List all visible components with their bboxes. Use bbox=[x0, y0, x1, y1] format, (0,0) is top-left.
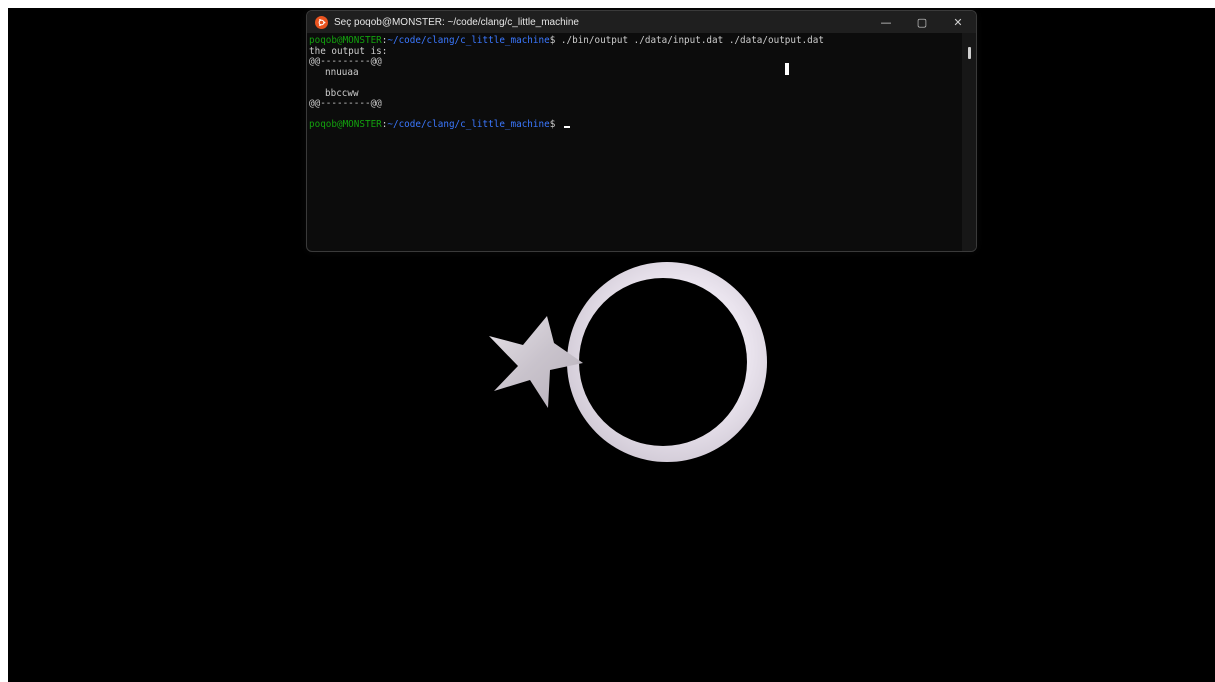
command-text: ./bin/output ./data/input.dat ./data/out… bbox=[560, 35, 824, 46]
current-prompt-line: poqob@MONSTER:~/code/clang/c_little_mach… bbox=[309, 119, 962, 131]
window-controls: — ▢ ✕ bbox=[868, 11, 976, 33]
prompt-user: poqob@MONSTER bbox=[309, 35, 382, 46]
text-cursor bbox=[563, 126, 570, 128]
output-header: the output is: bbox=[309, 45, 388, 57]
minimize-button[interactable]: — bbox=[868, 11, 904, 33]
terminal-window[interactable]: Seç poqob@MONSTER: ~/code/clang/c_little… bbox=[306, 10, 977, 252]
maximize-button[interactable]: ▢ bbox=[904, 11, 940, 33]
command-line: poqob@MONSTER:~/code/clang/c_little_mach… bbox=[309, 35, 962, 47]
prompt-symbol: $ bbox=[549, 35, 561, 46]
prompt-symbol: $ bbox=[549, 119, 561, 130]
window-title: Seç poqob@MONSTER: ~/code/clang/c_little… bbox=[334, 16, 579, 28]
title-bar[interactable]: Seç poqob@MONSTER: ~/code/clang/c_little… bbox=[307, 11, 976, 33]
scrollbar-thumb[interactable] bbox=[968, 47, 971, 59]
scrollbar[interactable] bbox=[962, 33, 976, 251]
prompt-path: ~/code/clang/c_little_machine bbox=[387, 119, 550, 130]
output-border-bottom: @@---------@@ bbox=[309, 98, 382, 109]
close-button[interactable]: ✕ bbox=[940, 11, 976, 33]
star-shape bbox=[489, 316, 583, 408]
output-row: nnuuaa bbox=[325, 66, 359, 78]
output-row: bbccww bbox=[325, 87, 359, 99]
prompt-user: poqob@MONSTER bbox=[309, 119, 382, 130]
output-border-top: @@---------@@ bbox=[309, 56, 382, 67]
crescent-shape bbox=[567, 262, 767, 462]
prompt-path: ~/code/clang/c_little_machine bbox=[387, 35, 550, 46]
desktop-background: Seç poqob@MONSTER: ~/code/clang/c_little… bbox=[8, 8, 1215, 682]
mouse-cursor-icon bbox=[785, 63, 789, 75]
terminal-output[interactable]: poqob@MONSTER:~/code/clang/c_little_mach… bbox=[307, 33, 962, 251]
ubuntu-icon bbox=[315, 15, 328, 29]
